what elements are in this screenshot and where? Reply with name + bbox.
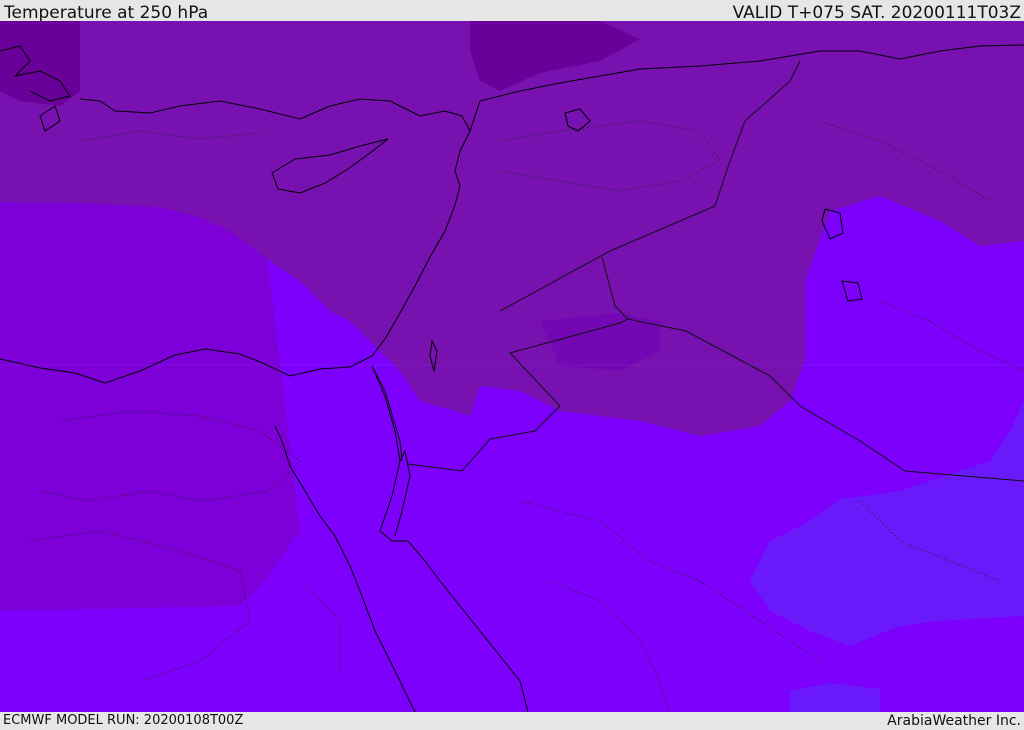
map-canvas [0, 21, 1024, 712]
model-run-label: ECMWF MODEL RUN: 20200108T00Z [3, 713, 244, 728]
map-title: Temperature at 250 hPa [4, 3, 209, 23]
footer-bar: ECMWF MODEL RUN: 20200108T00Z ArabiaWeat… [0, 712, 1024, 729]
temp-band-mid [0, 197, 300, 611]
valid-time-label: VALID T+075 SAT. 20200111T03Z [732, 3, 1021, 23]
weather-map[interactable] [0, 21, 1024, 712]
credit-label: ArabiaWeather Inc. [887, 713, 1021, 729]
header-bar: Temperature at 250 hPa VALID T+075 SAT. … [0, 0, 1024, 23]
